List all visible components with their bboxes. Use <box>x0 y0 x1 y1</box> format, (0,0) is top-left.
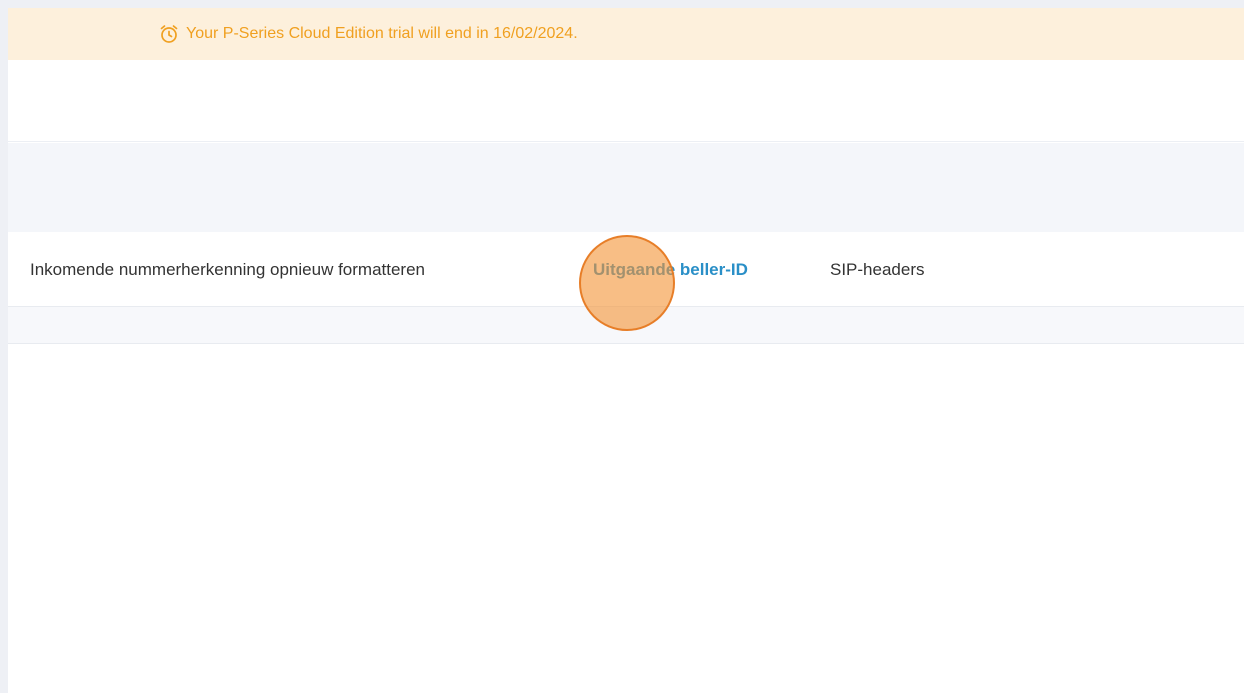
tab-label: Inkomende nummerherkenning opnieuw forma… <box>30 259 426 279</box>
tab-outgoing-caller-id[interactable]: Uitgaande beller-ID <box>593 232 748 307</box>
sub-toolbar <box>8 307 1244 344</box>
toolbar-band <box>8 143 1244 232</box>
trial-banner-text: Your P-Series Cloud Edition trial will e… <box>186 25 578 42</box>
tab-incoming-caller-id-reformat[interactable]: Inkomende nummerherkenning opnieuw forma… <box>30 232 425 307</box>
tabs-bar: Inkomende nummerherkenning opnieuw forma… <box>8 232 1244 307</box>
tab-label: Uitgaande beller-ID <box>593 259 748 279</box>
alarm-clock-icon <box>158 23 180 45</box>
header-area <box>8 60 1244 142</box>
tab-sip-headers[interactable]: SIP-headers <box>830 232 925 307</box>
tab-label: SIP-headers <box>830 259 925 279</box>
trial-banner: Your P-Series Cloud Edition trial will e… <box>8 8 1244 60</box>
page: Your P-Series Cloud Edition trial will e… <box>8 8 1244 693</box>
